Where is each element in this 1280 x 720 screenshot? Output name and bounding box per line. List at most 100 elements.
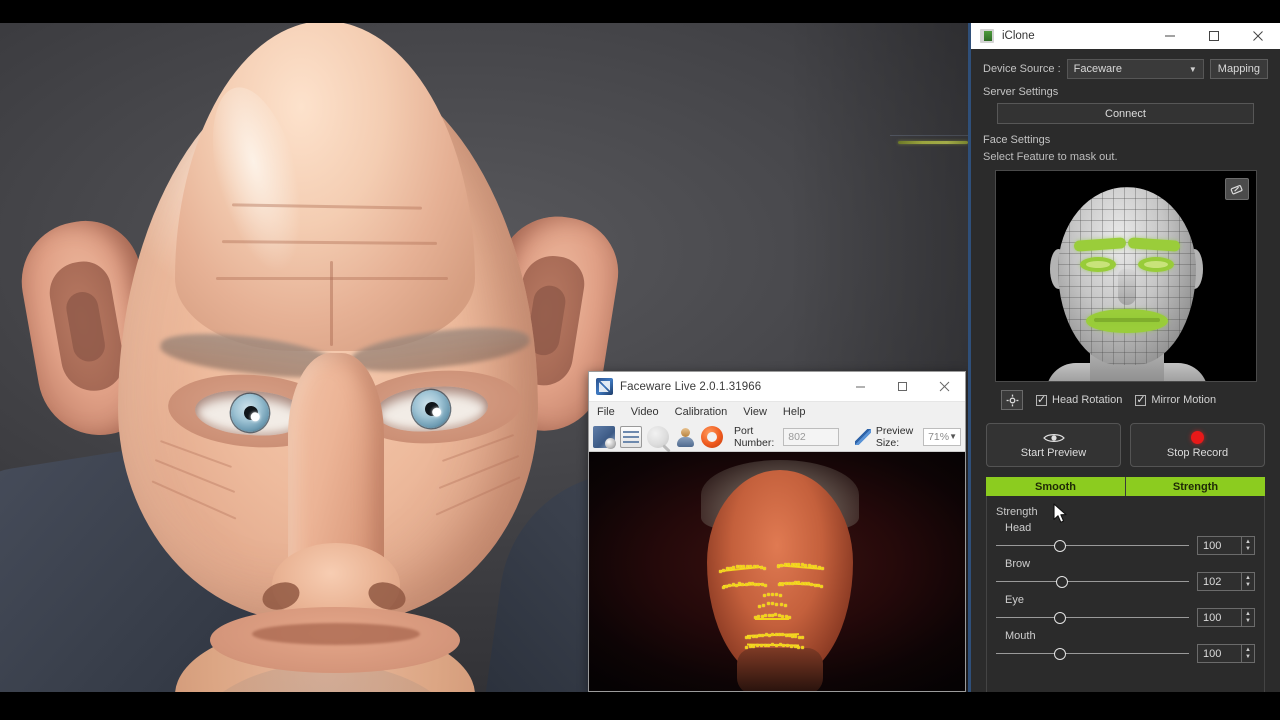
menu-item-view[interactable]: View [743, 406, 767, 418]
spinner-eye[interactable]: 100 ▲ ▼ [1197, 608, 1255, 627]
tracking-landmark [797, 646, 800, 649]
iclone-panel-body: Device Source : Faceware ▼ Mapping Serve… [971, 49, 1280, 692]
tab-strength[interactable]: Strength [1126, 477, 1265, 496]
character-lips [252, 623, 420, 645]
tab-smooth[interactable]: Smooth [986, 477, 1126, 496]
spinner-head[interactable]: 100 ▲ ▼ [1197, 536, 1255, 555]
faceware-menu-bar[interactable]: File Video Calibration View Help [589, 402, 965, 422]
spinner-down-icon[interactable]: ▼ [1245, 547, 1251, 552]
slider-row-head: 100 ▲ ▼ [996, 536, 1255, 555]
spinner-down-icon[interactable]: ▼ [1245, 583, 1251, 588]
device-source-value: Faceware [1074, 63, 1122, 75]
menu-item-file[interactable]: File [597, 406, 615, 418]
iclone-app-icon [980, 29, 994, 43]
spinner-mouth[interactable]: 100 ▲ ▼ [1197, 644, 1255, 663]
spinner-arrows-eye[interactable]: ▲ ▼ [1241, 609, 1254, 626]
iclone-close-button[interactable] [1236, 23, 1280, 49]
iclone-window[interactable]: iClone Device Source : Faceware ▼ Mappin… [968, 23, 1280, 692]
zoom-search-icon[interactable] [647, 426, 669, 448]
slider-row-eye: 100 ▲ ▼ [996, 608, 1255, 627]
preview-size-value: 71% [928, 431, 949, 443]
port-number-input[interactable]: 802 [783, 428, 838, 446]
iclone-minimize-button[interactable] [1148, 23, 1192, 49]
tracking-landmark [764, 614, 767, 617]
ear-canal-left [64, 289, 108, 363]
spinner-down-icon[interactable]: ▼ [1245, 655, 1251, 660]
slider-knob-head[interactable] [1054, 540, 1066, 552]
ear-inner-left [45, 257, 129, 396]
mask-mouth-line [1094, 318, 1160, 322]
port-number-label: Port Number: [734, 425, 774, 449]
slider-label-brow: Brow [1005, 558, 1255, 570]
tracking-landmark [745, 646, 748, 649]
preview-size-select[interactable]: 71% ▼ [923, 428, 961, 446]
lifebuoy-help-icon[interactable] [701, 426, 723, 448]
spinner-arrows-mouth[interactable]: ▲ ▼ [1241, 645, 1254, 662]
slider-track-mouth[interactable] [996, 646, 1189, 662]
menu-item-calibration[interactable]: Calibration [675, 406, 728, 418]
spinner-up-icon[interactable]: ▲ [1245, 576, 1251, 581]
faceware-minimize-button[interactable] [839, 372, 881, 401]
eye-glint-right [432, 407, 442, 417]
slider-label-head: Head [1005, 522, 1255, 534]
preview-size-label: Preview Size: [876, 425, 914, 449]
tracking-landmark [732, 566, 735, 569]
faceware-live-window[interactable]: Faceware Live 2.0.1.31966 File Video Cal… [588, 371, 966, 692]
spinner-arrows-brow[interactable]: ▲ ▼ [1241, 573, 1254, 590]
mirror-motion-checkbox[interactable]: Mirror Motion [1135, 394, 1216, 406]
spinner-up-icon[interactable]: ▲ [1245, 612, 1251, 617]
faceware-close-button[interactable] [923, 372, 965, 401]
faceware-toolbar[interactable]: Port Number: 802 Preview Size: 71% ▼ [589, 422, 965, 452]
tracking-contour [755, 618, 789, 620]
iclone-title-bar[interactable]: iClone [971, 23, 1280, 49]
slider-knob-eye[interactable] [1054, 612, 1066, 624]
spinner-arrows-head[interactable]: ▲ ▼ [1241, 537, 1254, 554]
tracking-landmark [804, 564, 807, 567]
eraser-mask-icon[interactable] [1225, 178, 1249, 200]
connect-button[interactable]: Connect [997, 103, 1254, 124]
pupil-right [425, 402, 440, 417]
pupil-left [244, 406, 259, 421]
slider-track-head[interactable] [996, 538, 1189, 554]
slider-track-eye[interactable] [996, 610, 1189, 626]
settings-sliders-icon[interactable] [620, 426, 642, 448]
tracking-landmark [764, 584, 767, 587]
smooth-strength-tabs: Smooth Strength [986, 477, 1265, 496]
spinner-down-icon[interactable]: ▼ [1245, 619, 1251, 624]
tracking-landmark [775, 593, 778, 596]
device-source-select[interactable]: Faceware ▼ [1067, 59, 1204, 79]
spinner-up-icon[interactable]: ▲ [1245, 648, 1251, 653]
iclone-maximize-button[interactable] [1192, 23, 1236, 49]
spinner-brow[interactable]: 102 ▲ ▼ [1197, 572, 1255, 591]
spinner-value-brow: 102 [1198, 576, 1221, 588]
mesh-wireframe-overlay [1058, 187, 1196, 365]
camera-source-icon[interactable] [593, 426, 615, 448]
stop-record-button[interactable]: Stop Record [1130, 423, 1265, 467]
start-preview-label: Start Preview [1021, 447, 1086, 459]
face-mask-preview[interactable] [995, 170, 1257, 382]
spinner-up-icon[interactable]: ▲ [1245, 540, 1251, 545]
faceware-maximize-button[interactable] [881, 372, 923, 401]
chevron-down-icon: ▼ [1189, 65, 1197, 74]
start-preview-button[interactable]: Start Preview [986, 423, 1121, 467]
menu-item-video[interactable]: Video [631, 406, 659, 418]
face-settings-subtitle: Select Feature to mask out. [983, 151, 1268, 163]
head-rotation-checkbox[interactable]: Head Rotation [1036, 394, 1122, 406]
slider-knob-brow[interactable] [1056, 576, 1068, 588]
strength-panel: Strength Head 100 ▲ ▼ Brow 102 ▲ ▼ Eye 1… [986, 496, 1265, 692]
slider-group-mouth: Mouth 100 ▲ ▼ [996, 630, 1255, 663]
mapping-button[interactable]: Mapping [1210, 59, 1268, 79]
gear-settings-icon[interactable] [1001, 390, 1023, 410]
slider-label-mouth: Mouth [1005, 630, 1255, 642]
tracking-landmark [749, 645, 752, 648]
eye-glint-left [250, 412, 260, 422]
menu-item-help[interactable]: Help [783, 406, 806, 418]
slider-track-brow[interactable] [996, 574, 1189, 590]
tracking-landmark [758, 605, 761, 608]
faceware-title-bar[interactable]: Faceware Live 2.0.1.31966 [589, 372, 965, 402]
calibration-wand-icon[interactable] [852, 426, 865, 448]
strength-panel-title: Strength [996, 506, 1255, 518]
user-profile-icon[interactable] [674, 426, 696, 448]
live-face-tracking-preview[interactable]: Live webcam feed of a man's face with ye… [589, 452, 966, 692]
slider-knob-mouth[interactable] [1054, 648, 1066, 660]
